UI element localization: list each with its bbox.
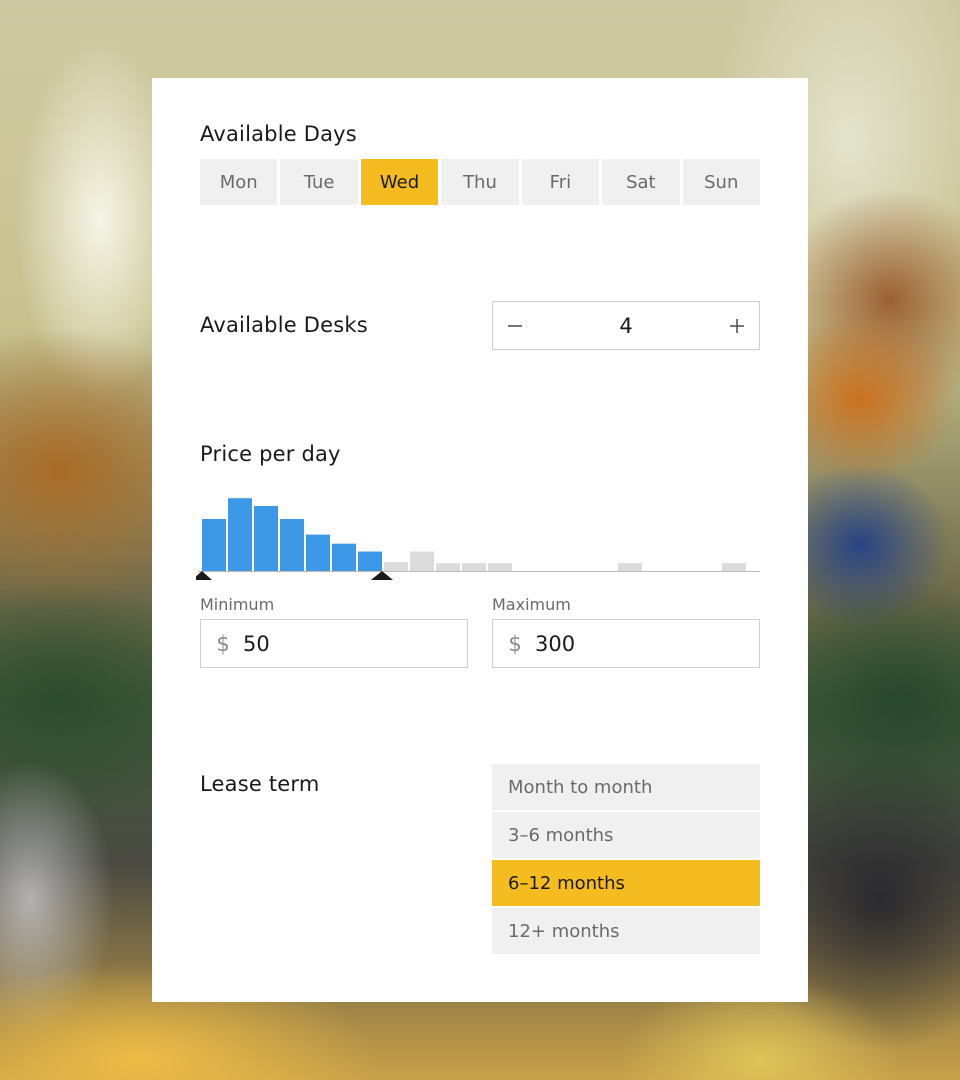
available-days-title: Available Days — [200, 122, 357, 146]
max-slider-handle[interactable] — [371, 571, 393, 580]
day-mon[interactable]: Mon — [200, 159, 278, 205]
histogram-bar — [384, 561, 408, 571]
increment-button[interactable] — [715, 302, 759, 349]
plus-icon — [730, 318, 744, 333]
histogram-bar — [332, 543, 356, 571]
minimum-label: Minimum — [200, 595, 275, 614]
decrement-button[interactable] — [493, 302, 537, 349]
maximum-label: Maximum — [492, 595, 571, 614]
desks-count: 4 — [619, 313, 633, 338]
day-sat[interactable]: Sat — [602, 159, 680, 205]
dollar-icon: $ — [508, 631, 522, 656]
day-selector: Mon Tue Wed Thu Fri Sat Sun — [200, 159, 760, 205]
histogram-bar — [436, 563, 460, 571]
histogram-bar — [462, 563, 486, 571]
min-price-field[interactable]: $ 50 — [200, 619, 468, 668]
day-thu[interactable]: Thu — [441, 159, 519, 205]
histogram-bar — [228, 498, 252, 571]
day-sun[interactable]: Sun — [682, 159, 760, 205]
desks-stepper: 4 — [492, 301, 760, 350]
lease-option-6-12-months[interactable]: 6–12 months — [492, 860, 760, 906]
price-per-day-title: Price per day — [200, 442, 341, 466]
lease-option-month-to-month[interactable]: Month to month — [492, 764, 760, 810]
histogram-bar — [410, 551, 434, 571]
available-desks-title: Available Desks — [200, 313, 368, 337]
histogram-bar — [280, 519, 304, 571]
lease-option-12-plus-months[interactable]: 12+ months — [492, 908, 760, 954]
day-tue[interactable]: Tue — [280, 159, 358, 205]
max-price-value: 300 — [535, 631, 576, 656]
histogram-bar — [202, 519, 226, 571]
filter-panel: Available Days Mon Tue Wed Thu Fri Sat S… — [152, 78, 808, 1002]
min-slider-handle[interactable] — [196, 571, 212, 580]
max-price-field[interactable]: $ 300 — [492, 619, 760, 668]
day-fri[interactable]: Fri — [521, 159, 600, 205]
histogram-bar — [358, 551, 382, 571]
day-wed[interactable]: Wed — [360, 159, 439, 205]
histogram-bar — [254, 506, 278, 571]
histogram-bar — [488, 563, 512, 571]
lease-term-options: Month to month 3–6 months 6–12 months 12… — [492, 764, 760, 954]
minus-icon — [508, 324, 522, 327]
histogram-bar — [722, 563, 746, 571]
dollar-icon: $ — [216, 631, 230, 656]
lease-term-title: Lease term — [200, 772, 320, 796]
lease-option-3-6-months[interactable]: 3–6 months — [492, 812, 760, 858]
price-histogram — [196, 498, 760, 580]
histogram-bar — [618, 563, 642, 571]
min-price-value: 50 — [243, 631, 270, 656]
histogram-bar — [306, 534, 330, 571]
